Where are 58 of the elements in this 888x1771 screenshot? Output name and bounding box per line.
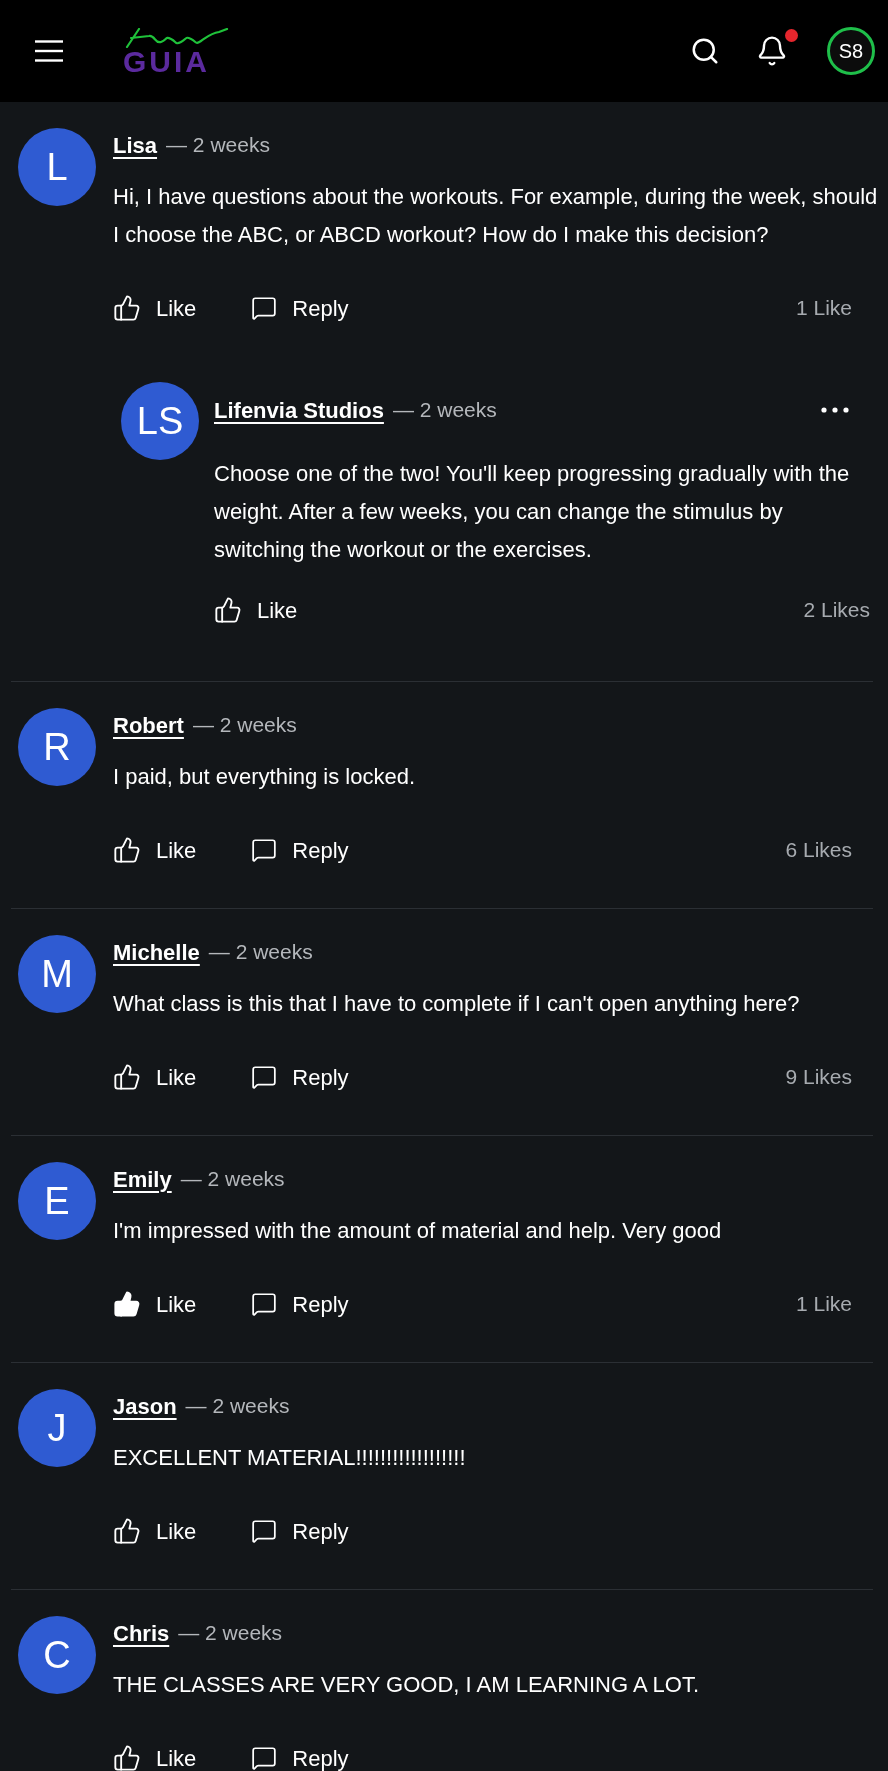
like-button[interactable]: Like [214, 590, 298, 630]
like-count: 6 Likes [785, 837, 852, 864]
comment-text: EXCELLENT MATERIAL!!!!!!!!!!!!!!!!!! [113, 1444, 467, 1472]
author-link[interactable]: Robert [113, 708, 184, 742]
reply-button[interactable]: Reply [251, 830, 349, 870]
author-link[interactable]: Jason [113, 1389, 177, 1423]
more-options-icon[interactable] [821, 407, 849, 413]
logo-scribble-icon [123, 28, 229, 48]
user-avatar: L [18, 128, 96, 206]
profile-avatar[interactable]: S8 [827, 27, 875, 75]
like-button[interactable]: Like [113, 288, 197, 328]
speech-bubble-icon [251, 837, 278, 863]
like-button[interactable]: Like [113, 830, 197, 870]
speech-bubble-icon [251, 295, 278, 321]
author-link[interactable]: Lifenvia Studios [214, 393, 384, 427]
speech-bubble-icon [251, 1518, 278, 1544]
like-count: 1 Like [795, 295, 852, 322]
author-link[interactable]: Emily [113, 1162, 172, 1196]
comment-text: I'm impressed with the amount of material and help. Very good [113, 1217, 723, 1245]
comment-text: I paid, but everything is locked. [113, 763, 417, 791]
comment-text: Hi, I have questions about the workouts. For example, during the week, should I choose the ABC, or ABCD workout? How do I make this decision? [113, 183, 879, 249]
author-link[interactable]: Michelle [113, 935, 200, 969]
search-icon[interactable] [690, 36, 720, 66]
comment-time: — 2 weeks [185, 1393, 290, 1420]
reply-button[interactable]: Reply [251, 288, 349, 328]
comment-time: — 2 weeks [392, 397, 497, 424]
reply-button[interactable]: Reply [251, 1511, 349, 1551]
menu-icon[interactable] [35, 40, 63, 62]
like-button[interactable]: Like [113, 1284, 197, 1324]
like-count: 2 Likes [803, 597, 870, 624]
speech-bubble-icon [251, 1291, 278, 1317]
reply-button[interactable]: Reply [251, 1057, 349, 1097]
like-count: 1 Like [795, 1291, 852, 1318]
like-button[interactable]: Like [113, 1511, 197, 1551]
comment-text: THE CLASSES ARE VERY GOOD, I AM LEARNING A LOT. [113, 1671, 701, 1699]
comment-time: — 2 weeks [192, 712, 297, 739]
user-avatar: E [18, 1162, 96, 1240]
user-avatar: J [18, 1389, 96, 1467]
comment-time: — 2 weeks [166, 132, 270, 159]
user-avatar: M [18, 935, 96, 1013]
like-button[interactable]: Like [113, 1057, 197, 1097]
speech-bubble-icon [251, 1745, 278, 1771]
like-button[interactable]: Like [113, 1738, 197, 1771]
comment-text: Choose one of the two! You'll keep progressing gradually with the weight. After a few weeks, you can change the stimulus by switching the workout or the exercises. [214, 460, 851, 564]
reply-button[interactable]: Reply [251, 1284, 349, 1324]
comment-time: — 2 weeks [178, 1620, 283, 1647]
comment-time: — 2 weeks [180, 1166, 285, 1193]
notification-bell-icon[interactable] [756, 35, 788, 67]
like-count: 9 Likes [785, 1064, 852, 1091]
user-avatar: LS [121, 382, 199, 460]
author-link[interactable]: Chris [113, 1616, 170, 1650]
user-avatar: C [18, 1616, 96, 1694]
speech-bubble-icon [251, 1064, 278, 1090]
comment-time: — 2 weeks [208, 939, 313, 966]
user-avatar: R [18, 708, 96, 786]
comment-text: What class is this that I have to complete if I can't open anything here? [113, 990, 801, 1018]
reply-button[interactable]: Reply [251, 1738, 349, 1771]
author-link[interactable]: Lisa [113, 128, 158, 162]
